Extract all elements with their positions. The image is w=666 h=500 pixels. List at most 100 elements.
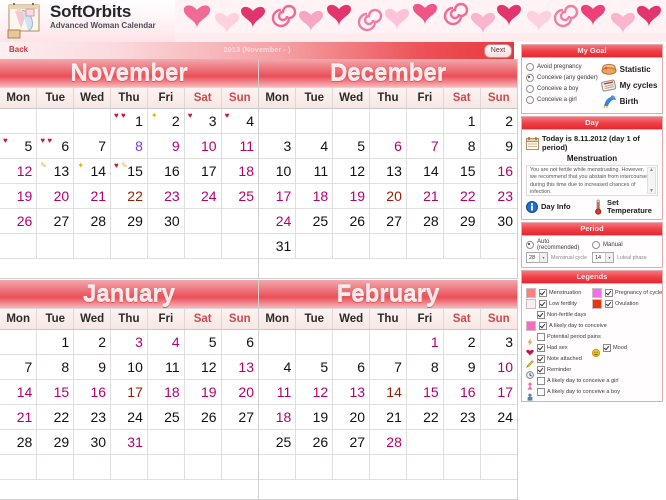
legend-item[interactable]: Ovulation — [592, 298, 658, 309]
day-cell[interactable]: 8 — [36, 354, 75, 380]
day-cell[interactable]: 23 — [73, 404, 112, 430]
day-cell[interactable]: 7 — [369, 354, 407, 380]
day-cell[interactable]: 17 — [259, 183, 297, 209]
day-cell[interactable]: 22 — [443, 183, 481, 209]
day-cell[interactable]: 2 — [73, 329, 112, 355]
day-cell[interactable]: 23 — [480, 183, 517, 209]
period-manual-radio[interactable]: Manual — [592, 239, 658, 250]
day-cell[interactable]: 7 — [73, 133, 112, 159]
day-cell[interactable]: 19 — [184, 379, 222, 405]
legend-checkbox[interactable] — [537, 343, 545, 352]
day-cell[interactable]: 14 — [406, 158, 444, 184]
legend-item[interactable]: Note attached — [525, 353, 592, 368]
scroll-up-icon[interactable]: ▲ — [649, 167, 654, 173]
day-cell[interactable]: 28 — [73, 208, 112, 234]
day-cell[interactable]: 19 — [295, 404, 334, 430]
legend-checkbox[interactable] — [603, 343, 611, 352]
day-cell[interactable]: 9 — [73, 354, 112, 380]
day-cell[interactable]: 15 — [443, 158, 481, 184]
day-cell[interactable]: 20 — [221, 379, 258, 405]
day-cell[interactable]: 13 — [332, 379, 371, 405]
day-cell[interactable]: 1 — [443, 108, 481, 134]
day-cell[interactable]: 16 — [480, 158, 517, 184]
day-cell[interactable]: 27 — [36, 208, 75, 234]
day-cell[interactable]: 27 — [332, 429, 371, 455]
legend-item[interactable]: A likely day to conceive — [526, 320, 607, 331]
legend-item[interactable]: Low fertility — [526, 298, 592, 309]
legend-item[interactable]: Reminder — [526, 364, 592, 379]
legend-item[interactable]: Pregnancy of cycle — [592, 287, 662, 298]
day-cell[interactable]: 10 — [110, 354, 148, 380]
day-cell[interactable]: 5 — [295, 354, 334, 380]
day-cell[interactable]: 3 — [259, 133, 297, 159]
day-cell[interactable]: 18 — [295, 183, 334, 209]
day-cell[interactable]: 25 — [295, 208, 334, 234]
day-cell[interactable]: 4 — [147, 329, 185, 355]
day-cell[interactable]: 24 — [480, 404, 517, 430]
day-cell[interactable]: 10 — [480, 354, 517, 380]
day-cell[interactable]: 12 — [0, 158, 38, 184]
chevron-down-icon[interactable]: ▾ — [539, 253, 547, 262]
scroll-down-icon[interactable]: ▼ — [649, 188, 654, 194]
menstrual-cycle-field[interactable]: 28 ▾ Menstrual cycle — [526, 252, 592, 263]
day-cell[interactable]: 24 — [110, 404, 148, 430]
goal-option-3[interactable]: Conceive a girl — [526, 94, 601, 105]
day-cell[interactable]: 11 — [147, 354, 185, 380]
legend-item[interactable]: A likely day to conceive a boy — [526, 386, 620, 401]
luteal-phase-select[interactable]: 14 ▾ — [592, 252, 614, 263]
day-cell[interactable]: 25 — [259, 429, 297, 455]
day-cell[interactable]: ♥ 3 — [184, 108, 222, 134]
day-cell[interactable]: 26 — [184, 404, 222, 430]
day-cell[interactable]: 21 — [73, 183, 112, 209]
day-cell[interactable]: ♥ ♥ 6 — [36, 133, 75, 159]
day-cell[interactable]: 8 — [443, 133, 481, 159]
day-cell[interactable]: ✎ 13 — [36, 158, 75, 184]
day-cell[interactable]: 29 — [110, 208, 148, 234]
day-cell[interactable]: 26 — [295, 429, 334, 455]
day-cell[interactable]: 19 — [0, 183, 38, 209]
legend-checkbox[interactable] — [537, 376, 545, 385]
legend-checkbox[interactable] — [539, 321, 547, 330]
day-cell[interactable]: 30 — [73, 429, 112, 455]
day-cell[interactable]: 17 — [480, 379, 517, 405]
goal-option-0[interactable]: Avoid pregnancy — [526, 61, 601, 72]
day-cell[interactable]: 28 — [369, 429, 407, 455]
legend-item[interactable]: Had sex — [526, 342, 592, 356]
legend-item[interactable]: Menstruation — [526, 287, 592, 298]
legend-checkbox[interactable] — [539, 299, 547, 308]
day-cell[interactable]: 5 — [184, 329, 222, 355]
day-cell[interactable]: 3 — [110, 329, 148, 355]
legend-item[interactable]: Non-fertile days — [526, 309, 592, 320]
day-cell[interactable]: ✦ 2 — [147, 108, 185, 134]
day-cell[interactable]: 4 — [295, 133, 334, 159]
day-cell[interactable]: 20 — [332, 404, 371, 430]
legend-item[interactable]: A likely day to conceive a girl — [526, 375, 619, 390]
goal-option-1[interactable]: Conceive (any gender) — [526, 72, 601, 83]
day-cell[interactable]: 10 — [259, 158, 297, 184]
day-cell[interactable]: 7 — [406, 133, 444, 159]
day-cell[interactable]: 2 — [443, 329, 481, 355]
legend-checkbox[interactable] — [537, 354, 545, 363]
day-cell[interactable]: 13 — [369, 158, 407, 184]
day-cell[interactable]: 10 — [184, 133, 222, 159]
day-cell[interactable]: 20 — [369, 183, 407, 209]
day-cell[interactable]: 25 — [221, 183, 258, 209]
legend-checkbox[interactable] — [539, 288, 547, 297]
day-cell[interactable]: 12 — [184, 354, 222, 380]
day-cell[interactable]: 24 — [259, 208, 297, 234]
day-cell[interactable]: 12 — [295, 379, 334, 405]
day-cell[interactable]: 15 — [36, 379, 75, 405]
day-cell[interactable]: 29 — [36, 429, 75, 455]
day-cell[interactable]: 23 — [443, 404, 481, 430]
legend-checkbox[interactable] — [537, 387, 545, 396]
day-cell[interactable]: 6 — [221, 329, 258, 355]
day-cell[interactable]: 21 — [0, 404, 38, 430]
day-cell[interactable]: 30 — [147, 208, 185, 234]
day-cell[interactable]: ✦ 14 — [73, 158, 112, 184]
day-cell[interactable]: 6 — [369, 133, 407, 159]
day-cell[interactable]: 17 — [110, 379, 148, 405]
day-cell[interactable]: 6 — [332, 354, 371, 380]
day-cell[interactable]: 9 — [147, 133, 185, 159]
goal-action-statistic[interactable]: Statistic — [601, 61, 658, 77]
description-scrollbar[interactable]: ▲ ▼ — [647, 167, 656, 194]
